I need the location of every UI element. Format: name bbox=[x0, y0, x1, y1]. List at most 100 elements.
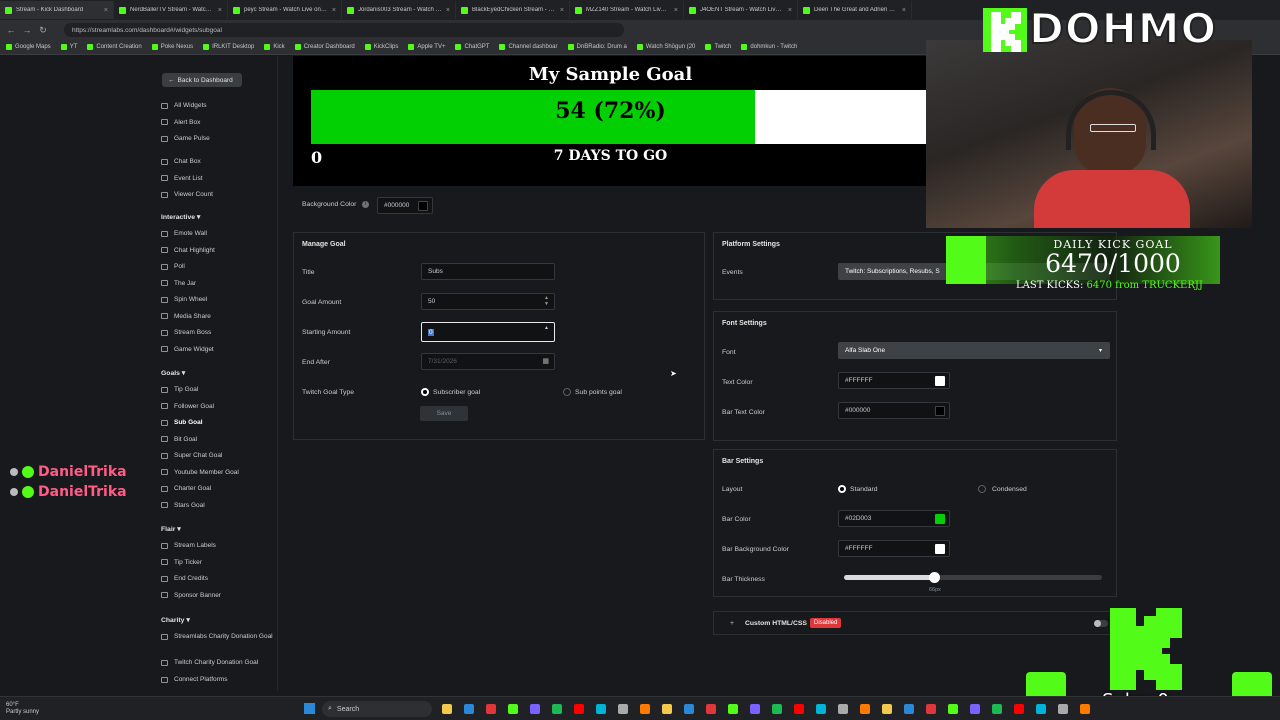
weather-widget[interactable]: 60°F Partly sunny bbox=[6, 702, 39, 716]
spinner-icon[interactable]: ▲ ▼ bbox=[544, 295, 549, 307]
sidebar-item-chat-highlight[interactable]: Chat Highlight bbox=[161, 247, 215, 254]
taskbar-app-icon[interactable] bbox=[596, 704, 606, 714]
sidebar-item-emote-wall[interactable]: Emote Wall bbox=[161, 230, 207, 237]
plus-icon[interactable]: + bbox=[730, 620, 734, 627]
text-color-input[interactable]: #FFFFFF bbox=[838, 372, 950, 389]
bar-color-swatch[interactable] bbox=[935, 514, 945, 524]
bar-background-color-input[interactable]: #FFFFFF bbox=[838, 540, 950, 557]
forward-arrow-icon[interactable]: → bbox=[22, 25, 32, 35]
bookmark-item[interactable]: Twitch bbox=[705, 44, 731, 50]
sidebar-item-poll[interactable]: Poll bbox=[161, 263, 185, 270]
sidebar-item-media-share[interactable]: Media Share bbox=[161, 313, 211, 320]
sidebar-section-flair[interactable]: Flair ▾ bbox=[161, 525, 181, 533]
back-arrow-icon[interactable]: ← bbox=[6, 25, 16, 35]
taskbar-app-icon[interactable] bbox=[486, 704, 496, 714]
browser-tab[interactable]: J4OENT Stream - Watch Live on × bbox=[684, 1, 798, 19]
info-icon[interactable]: i bbox=[362, 201, 369, 208]
bar-text-color-input[interactable]: #000000 bbox=[838, 402, 950, 419]
bookmark-item[interactable]: Apple TV+ bbox=[408, 44, 445, 50]
bookmark-item[interactable]: Channel dashboar bbox=[499, 44, 558, 50]
taskbar-app-icon[interactable] bbox=[552, 704, 562, 714]
close-icon[interactable]: × bbox=[446, 7, 450, 14]
taskbar-app-icon[interactable] bbox=[948, 704, 958, 714]
goal-amount-input[interactable]: 50 ▲ ▼ bbox=[421, 293, 555, 310]
browser-tab[interactable]: Jordanis003 Stream - Watch Live × bbox=[342, 1, 456, 19]
bar-color-input[interactable]: #02D003 bbox=[838, 510, 950, 527]
browser-tab[interactable]: MZZ140 Stream - Watch Live on × bbox=[570, 1, 684, 19]
taskbar-app-icon[interactable] bbox=[1036, 704, 1046, 714]
sidebar-item-stars-goal[interactable]: Stars Goal bbox=[161, 502, 205, 509]
taskbar-app-icon[interactable] bbox=[1014, 704, 1024, 714]
browser-tab[interactable]: Stream - Kick Dashboard × bbox=[0, 1, 114, 19]
taskbar-app-icon[interactable] bbox=[574, 704, 584, 714]
sidebar-item-end-credits[interactable]: End Credits bbox=[161, 575, 208, 582]
bookmark-item[interactable]: Watch Shōgun (20 bbox=[636, 44, 695, 50]
bookmark-item[interactable]: Content Creation bbox=[87, 44, 142, 50]
sidebar-item-chat-box[interactable]: Chat Box bbox=[161, 158, 201, 165]
sidebar-item-game-pulse[interactable]: Game Pulse bbox=[161, 135, 210, 142]
sidebar-item-spin-wheel[interactable]: Spin Wheel bbox=[161, 296, 207, 303]
sidebar-item-twitch-charity-donation-goal[interactable]: Twitch Charity Donation Goal bbox=[161, 659, 258, 666]
close-icon[interactable]: × bbox=[902, 7, 906, 14]
end-after-input[interactable]: 7/31/2026 ▦ bbox=[421, 353, 555, 370]
layout-standard-radio[interactable] bbox=[838, 485, 846, 493]
browser-tab[interactable]: peyc Stream - Watch Live on Kick × bbox=[228, 1, 342, 19]
sidebar-item-game-widget[interactable]: Game Widget bbox=[161, 346, 214, 353]
close-icon[interactable]: × bbox=[674, 7, 678, 14]
taskbar-app-icon[interactable] bbox=[860, 704, 870, 714]
sidebar-item-sponsor-banner[interactable]: Sponsor Banner bbox=[161, 592, 221, 599]
taskbar-app-icon[interactable] bbox=[926, 704, 936, 714]
sidebar-item-tip-goal[interactable]: Tip Goal bbox=[161, 386, 198, 393]
bookmark-item[interactable]: Poke Nexus bbox=[151, 44, 193, 50]
sidebar-item-streamlabs-charity-donation-goal[interactable]: Streamlabs Charity Donation Goal bbox=[161, 633, 273, 640]
taskbar-app-icon[interactable] bbox=[904, 704, 914, 714]
sidebar-item-alert-box[interactable]: Alert Box bbox=[161, 119, 200, 126]
calendar-icon[interactable]: ▦ bbox=[542, 357, 549, 365]
sidebar-item-stream-labels[interactable]: Stream Labels bbox=[161, 542, 216, 549]
taskbar-app-icon[interactable] bbox=[442, 704, 452, 714]
sidebar-item-super-chat-goal[interactable]: Super Chat Goal bbox=[161, 452, 222, 459]
sidebar-item-follower-goal[interactable]: Follower Goal bbox=[161, 403, 214, 410]
sidebar-item-bit-goal[interactable]: Bit Goal bbox=[161, 436, 197, 443]
sidebar-item-the-jar[interactable]: The Jar bbox=[161, 280, 196, 287]
bar-background-color-swatch[interactable] bbox=[935, 544, 945, 554]
background-color-input[interactable]: #000000 bbox=[377, 197, 433, 214]
windows-start-icon[interactable] bbox=[304, 703, 315, 714]
bookmark-item[interactable]: Google Maps bbox=[6, 44, 51, 50]
sidebar-item-event-list[interactable]: Event List bbox=[161, 175, 203, 182]
taskbar-app-icon[interactable] bbox=[816, 704, 826, 714]
taskbar-app-icon[interactable] bbox=[838, 704, 848, 714]
taskbar-app-icon[interactable] bbox=[1058, 704, 1068, 714]
close-icon[interactable]: × bbox=[788, 7, 792, 14]
taskbar-app-icon[interactable] bbox=[464, 704, 474, 714]
taskbar-app-icon[interactable] bbox=[728, 704, 738, 714]
close-icon[interactable]: × bbox=[104, 7, 108, 14]
url-field[interactable]: https://streamlabs.com/dashboard#/widget… bbox=[64, 23, 624, 37]
font-select[interactable]: Alfa Slab One ▾ bbox=[838, 342, 1110, 359]
taskbar-app-icon[interactable] bbox=[794, 704, 804, 714]
sidebar-item-connect-platforms[interactable]: Connect Platforms bbox=[161, 676, 227, 683]
taskbar-app-icon[interactable] bbox=[992, 704, 1002, 714]
browser-tab[interactable]: Deen The Great and Adrien Broo × bbox=[798, 1, 912, 19]
layout-condensed-radio[interactable] bbox=[978, 485, 986, 493]
sidebar-item-youtube-member-goal[interactable]: Youtube Member Goal bbox=[161, 469, 239, 476]
background-color-swatch[interactable] bbox=[418, 201, 428, 211]
taskbar-app-icon[interactable] bbox=[662, 704, 672, 714]
sidebar-item-charter-goal[interactable]: Charter Goal bbox=[161, 485, 211, 492]
sidebar-section-interactive[interactable]: Interactive ▾ bbox=[161, 213, 200, 221]
bar-text-color-swatch[interactable] bbox=[935, 406, 945, 416]
taskbar-app-icon[interactable] bbox=[618, 704, 628, 714]
taskbar-app-icon[interactable] bbox=[684, 704, 694, 714]
sidebar-section-charity[interactable]: Charity ▾ bbox=[161, 616, 190, 624]
sidebar-item-sub-goal[interactable]: Sub Goal bbox=[161, 419, 203, 426]
bookmark-item[interactable]: Kick bbox=[264, 44, 285, 50]
taskbar-app-icon[interactable] bbox=[640, 704, 650, 714]
sidebar-item-stream-boss[interactable]: Stream Boss bbox=[161, 329, 211, 336]
bar-thickness-slider[interactable] bbox=[844, 572, 1102, 583]
sidebar-section-goals[interactable]: Goals ▾ bbox=[161, 369, 185, 377]
sidebar-item-all-widgets[interactable]: All Widgets bbox=[161, 102, 207, 109]
taskbar-app-icon[interactable] bbox=[530, 704, 540, 714]
bookmark-item[interactable]: YT bbox=[60, 44, 77, 50]
taskbar-app-icon[interactable] bbox=[882, 704, 892, 714]
text-color-swatch[interactable] bbox=[935, 376, 945, 386]
